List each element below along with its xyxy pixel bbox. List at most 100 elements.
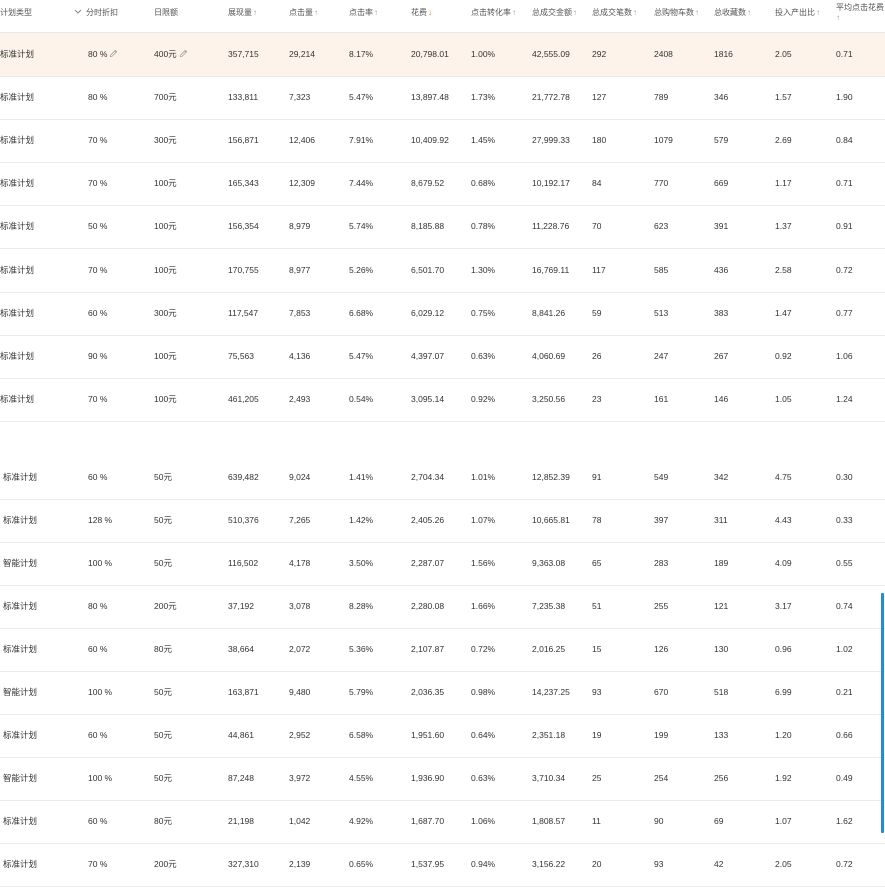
budget-cell-text: 50元 xyxy=(154,687,172,697)
plan-type-cell-text: 标准计划 xyxy=(3,816,38,826)
table-row[interactable]: 标准计划 60 % 50元 639,482 9,024 1.41% 2,704.34 1.01… xyxy=(0,456,885,500)
budget-cell: 50元 xyxy=(154,472,172,482)
header-cvr[interactable]: 点击转化率↑ xyxy=(471,8,516,18)
scrollbar-thumb[interactable] xyxy=(881,593,884,833)
table-row[interactable]: 标准计划 80 % 400元 357,715 29,214 8.17% 20,798.01 1… xyxy=(0,33,885,77)
gmv-cell-text: 10,192.17 xyxy=(532,178,570,188)
table-row[interactable]: 标准计划 60 % 300元 117,547 7,853 6.68% 6,029.12 0.7… xyxy=(0,292,885,336)
sort-arrow-icon[interactable]: ↑ xyxy=(836,13,840,22)
cpc-cell-text: 1.02 xyxy=(836,644,853,654)
ctr-cell-text: 4.92% xyxy=(349,816,374,826)
orders-cell: 180 xyxy=(592,135,606,145)
table-row[interactable]: 标准计划 80 % 200元 37,192 3,078 8.28% 2,280.08 1.66… xyxy=(0,585,885,629)
sort-arrow-icon[interactable]: ↑ xyxy=(633,8,637,17)
impressions-cell-text: 156,871 xyxy=(228,135,259,145)
ctr-cell-text: 7.44% xyxy=(349,178,374,188)
cpc-cell: 1.02 xyxy=(836,644,853,654)
table-row[interactable]: 标准计划 90 % 100元 75,563 4,136 5.47% 4,397.07 0.63… xyxy=(0,335,885,379)
gmv-cell: 3,250.56 xyxy=(532,394,565,404)
table-row[interactable]: 标准计划 60 % 50元 44,861 2,952 6.58% 1,951.60 0.64%… xyxy=(0,714,885,758)
header-budget[interactable]: 日限额 xyxy=(154,8,178,18)
sort-arrow-icon[interactable]: ↑ xyxy=(747,8,751,17)
table-row[interactable]: 标准计划 70 % 100元 165,343 12,309 7.44% 8,679.52 0.… xyxy=(0,162,885,206)
cpc-cell: 0.55 xyxy=(836,558,853,568)
gmv-cell-text: 3,156.22 xyxy=(532,859,566,869)
fav-cell-text: 256 xyxy=(714,773,729,783)
header-cart[interactable]: 总购物车数↑ xyxy=(654,8,699,18)
discount-cell: 80 % xyxy=(88,92,107,102)
header-ctr[interactable]: 点击率↑ xyxy=(349,8,378,18)
table-row[interactable]: 标准计划 70 % 100元 170,755 8,977 5.26% 6,501.70 1.3… xyxy=(0,249,885,293)
header-cpc[interactable]: 平均点击花费 ↑ xyxy=(836,3,885,23)
spend-cell: 3,095.14 xyxy=(411,394,444,404)
impressions-cell-text: 327,310 xyxy=(228,859,259,869)
table-row[interactable]: 智能计划 100 % 50元 87,248 3,972 4.55% 1,936.90 0.63… xyxy=(0,757,885,801)
discount-cell-text: 100 % xyxy=(88,773,113,783)
pencil-icon[interactable] xyxy=(109,49,118,58)
gmv-cell: 11,228.76 xyxy=(532,221,569,231)
clicks-cell-text: 9,480 xyxy=(289,687,311,697)
cvr-cell-text: 1.73% xyxy=(471,92,496,102)
sort-arrow-icon[interactable]: ↑ xyxy=(816,8,820,17)
ctr-cell-text: 8.28% xyxy=(349,601,374,611)
fav-cell-text: 69 xyxy=(714,816,724,826)
table-row[interactable]: 标准计划 60 % 80元 21,198 1,042 4.92% 1,687.70 1.06%… xyxy=(0,800,885,844)
impressions-cell-text: 510,376 xyxy=(228,515,259,525)
table-row[interactable]: 标准计划 70 % 300元 156,871 12,406 7.91% 10,409.92 1… xyxy=(0,119,885,163)
roi-cell: 1.20 xyxy=(775,730,792,740)
chevron-down-icon[interactable] xyxy=(74,9,82,15)
discount-cell: 90 % xyxy=(88,351,107,361)
table-row[interactable]: 智能计划 100 % 50元 163,871 9,480 5.79% 2,036.35 0.9… xyxy=(0,671,885,715)
table-row[interactable]: 标准计划 60 % 80元 38,664 2,072 5.36% 2,107.87 0.72%… xyxy=(0,628,885,672)
budget-cell: 80元 xyxy=(154,816,172,826)
table-row[interactable]: 标准计划 70 % 100元 461,205 2,493 0.54% 3,095.14 0.9… xyxy=(0,378,885,422)
header-clicks[interactable]: 点击量↑ xyxy=(289,8,318,18)
budget-cell-text: 50元 xyxy=(154,773,172,783)
orders-cell: 20 xyxy=(592,859,601,869)
fav-cell: 146 xyxy=(714,394,728,404)
discount-cell-text: 60 % xyxy=(88,816,108,826)
cpc-cell: 0.77 xyxy=(836,308,853,318)
fav-cell: 42 xyxy=(714,859,723,869)
impressions-cell-text: 21,198 xyxy=(228,816,254,826)
table-row[interactable]: 标准计划 70 % 200元 327,310 2,139 0.65% 1,537.95 0.9… xyxy=(0,843,885,887)
header-orders[interactable]: 总成交笔数↑ xyxy=(592,8,637,18)
header-roi[interactable]: 投入产出比↑ xyxy=(775,8,820,18)
cart-cell: 513 xyxy=(654,308,668,318)
orders-cell-text: 26 xyxy=(592,351,602,361)
discount-cell: 60 % xyxy=(88,816,107,826)
header-impressions[interactable]: 展现量↑ xyxy=(228,8,257,18)
sort-arrow-icon[interactable]: ↑ xyxy=(695,8,699,17)
table-row[interactable]: 标准计划 128 % 50元 510,376 7,265 1.42% 2,405.26 1.0… xyxy=(0,499,885,543)
sort-arrow-icon[interactable]: ↑ xyxy=(253,8,257,17)
sort-arrow-icon[interactable]: ↑ xyxy=(374,8,378,17)
clicks-cell-text: 4,178 xyxy=(289,558,311,568)
table-row[interactable]: 标准计划 50 % 100元 156,354 8,979 5.74% 8,185.88 0.7… xyxy=(0,205,885,249)
cart-cell: 247 xyxy=(654,351,668,361)
table-row[interactable]: 智能计划 100 % 50元 116,502 4,178 3.50% 2,287.07 1.5… xyxy=(0,542,885,586)
plan-type-cell: 标准计划 xyxy=(3,515,37,525)
fav-cell-text: 189 xyxy=(714,558,729,568)
roi-cell: 0.92 xyxy=(775,351,792,361)
impressions-cell: 116,502 xyxy=(228,558,258,568)
sort-arrow-icon[interactable]: ↑ xyxy=(573,8,577,17)
cvr-cell-text: 1.07% xyxy=(471,515,496,525)
pencil-icon[interactable] xyxy=(179,49,188,58)
header-spend[interactable]: 花费↓ xyxy=(411,8,432,18)
header-plan-type[interactable]: 计划类型 xyxy=(0,8,32,18)
cpc-cell: 0.30 xyxy=(836,472,853,482)
cpc-cell-text: 0.21 xyxy=(836,687,853,697)
header-gmv[interactable]: 总成交金额↑ xyxy=(532,8,577,18)
spend-cell: 2,280.08 xyxy=(411,601,444,611)
cart-cell-text: 397 xyxy=(654,515,669,525)
header-discount[interactable]: 分时折扣 xyxy=(74,8,118,18)
cart-cell-text: 161 xyxy=(654,394,669,404)
sort-arrow-icon[interactable]: ↑ xyxy=(512,8,516,17)
spend-cell: 6,501.70 xyxy=(411,265,444,275)
sort-arrow-icon[interactable]: ↑ xyxy=(314,8,318,17)
table-row[interactable]: 标准计划 80 % 700元 133,811 7,323 5.47% 13,897.48 1.… xyxy=(0,76,885,120)
ctr-cell-text: 0.54% xyxy=(349,394,374,404)
header-fav[interactable]: 总收藏数↑ xyxy=(714,8,751,18)
sort-arrow-active-icon[interactable]: ↓ xyxy=(428,8,432,17)
ctr-cell: 5.36% xyxy=(349,644,373,654)
